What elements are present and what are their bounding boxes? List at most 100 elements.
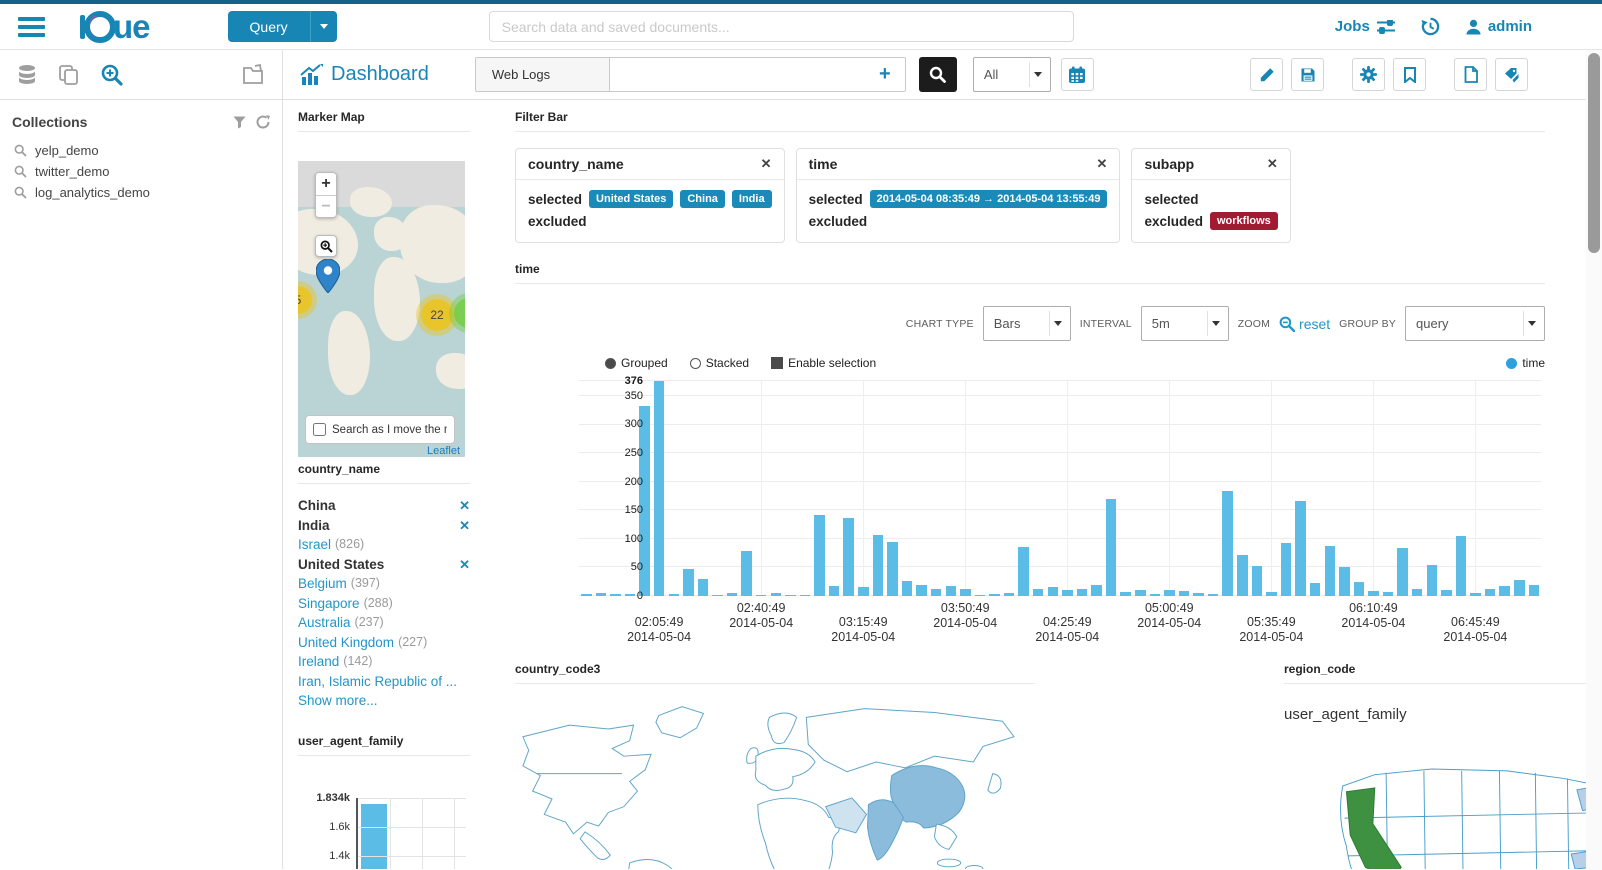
time-bar[interactable] bbox=[814, 514, 825, 596]
time-bar[interactable] bbox=[1120, 592, 1131, 596]
time-bar[interactable] bbox=[1164, 590, 1175, 596]
time-bar[interactable] bbox=[1266, 592, 1277, 596]
time-bar[interactable] bbox=[1382, 592, 1394, 596]
hamburger-menu-icon[interactable] bbox=[18, 13, 45, 41]
time-bar[interactable] bbox=[741, 550, 752, 596]
time-bar[interactable] bbox=[770, 593, 782, 596]
facet-item-selected[interactable]: India ✕ bbox=[298, 516, 470, 536]
settings-button[interactable] bbox=[1352, 58, 1385, 91]
time-bar[interactable] bbox=[1368, 591, 1379, 596]
interval-select[interactable]: 5m bbox=[1140, 306, 1229, 341]
time-bar[interactable] bbox=[1397, 547, 1408, 596]
calendar-button[interactable] bbox=[1060, 58, 1094, 91]
facet-item[interactable]: Australia (237) bbox=[298, 613, 470, 633]
filter-chip[interactable]: China bbox=[680, 190, 725, 208]
time-bar[interactable] bbox=[916, 584, 927, 596]
time-bar[interactable] bbox=[653, 381, 665, 596]
time-bar[interactable] bbox=[1353, 581, 1365, 596]
scrollbar-thumb[interactable] bbox=[1588, 53, 1600, 253]
zoom-in-icon[interactable] bbox=[100, 63, 124, 87]
time-bar[interactable] bbox=[1470, 593, 1481, 596]
time-bar[interactable] bbox=[1309, 582, 1321, 596]
enable-selection-toggle[interactable]: Enable selection bbox=[771, 356, 876, 370]
stacked-radio[interactable]: Stacked bbox=[689, 356, 749, 370]
filter-funnel-icon[interactable] bbox=[233, 116, 246, 129]
bookmark-button[interactable] bbox=[1393, 58, 1426, 91]
facet-item-selected[interactable]: China ✕ bbox=[298, 496, 470, 516]
show-more-link[interactable]: Show more... bbox=[298, 691, 470, 711]
collection-item[interactable]: log_analytics_demo bbox=[12, 182, 270, 203]
time-bar[interactable] bbox=[683, 568, 694, 596]
time-bar[interactable] bbox=[755, 594, 767, 596]
refresh-icon[interactable] bbox=[256, 115, 270, 129]
time-bar[interactable] bbox=[1105, 498, 1117, 596]
global-search-input[interactable] bbox=[488, 11, 1074, 42]
time-bar[interactable] bbox=[1222, 491, 1233, 596]
time-bar[interactable] bbox=[1237, 555, 1248, 596]
time-bar[interactable] bbox=[1193, 593, 1204, 596]
time-bar[interactable] bbox=[901, 580, 913, 596]
facet-item[interactable]: Israel (826) bbox=[298, 535, 470, 555]
time-bar[interactable] bbox=[1076, 589, 1088, 596]
dashboard-query-input[interactable] bbox=[609, 58, 865, 91]
marker-cluster[interactable]: 22 bbox=[421, 299, 453, 331]
us-map[interactable] bbox=[1320, 729, 1602, 869]
filter-chip[interactable]: workflows bbox=[1209, 212, 1278, 230]
facet-item[interactable]: Iran, Islamic Republic of ... bbox=[298, 672, 470, 692]
time-bar[interactable] bbox=[960, 589, 971, 596]
series-legend[interactable]: time bbox=[1506, 356, 1545, 370]
time-bar[interactable] bbox=[1003, 592, 1015, 596]
map-marker-pin[interactable] bbox=[316, 259, 340, 293]
close-icon[interactable]: ✕ bbox=[761, 156, 772, 172]
time-bar[interactable] bbox=[1062, 589, 1073, 596]
filter-chip[interactable]: 2014-05-04 08:35:49 → 2014-05-04 13:55:4… bbox=[869, 190, 1108, 208]
collection-item[interactable]: yelp_demo bbox=[12, 140, 270, 161]
leaflet-map[interactable]: + − 5 22 2 bbox=[298, 161, 465, 457]
remove-filter-icon[interactable]: ✕ bbox=[459, 516, 470, 536]
time-bar[interactable] bbox=[1441, 590, 1452, 596]
save-dashboard-button[interactable] bbox=[1291, 58, 1324, 91]
time-bar[interactable] bbox=[1484, 589, 1496, 596]
close-icon[interactable]: ✕ bbox=[1097, 156, 1108, 172]
time-bar[interactable] bbox=[974, 594, 986, 596]
new-document-button[interactable] bbox=[1454, 58, 1487, 91]
history-link[interactable] bbox=[1421, 17, 1440, 36]
time-bar[interactable] bbox=[1178, 591, 1190, 596]
facet-item[interactable]: Ireland (142) bbox=[298, 652, 470, 672]
edit-dashboard-button[interactable] bbox=[1250, 58, 1283, 91]
filter-chip[interactable]: United States bbox=[589, 190, 674, 208]
time-bar[interactable] bbox=[1207, 593, 1219, 596]
database-icon[interactable] bbox=[16, 64, 38, 86]
time-bar[interactable] bbox=[726, 593, 738, 596]
group-by-select[interactable]: query bbox=[1405, 306, 1545, 341]
time-bar[interactable] bbox=[1032, 589, 1044, 596]
time-bar[interactable] bbox=[945, 586, 956, 596]
copy-documents-icon[interactable] bbox=[58, 64, 80, 86]
time-bar[interactable] bbox=[1018, 547, 1029, 596]
time-bar[interactable] bbox=[1514, 579, 1525, 596]
map-zoom-out-button[interactable]: − bbox=[316, 195, 336, 217]
time-bar[interactable] bbox=[887, 542, 898, 596]
jobs-link[interactable]: Jobs bbox=[1335, 18, 1395, 35]
time-bar[interactable] bbox=[1135, 589, 1146, 596]
grouped-radio[interactable]: Grouped bbox=[605, 356, 668, 370]
mini-bar[interactable] bbox=[361, 804, 387, 869]
vertical-scrollbar[interactable] bbox=[1586, 50, 1602, 870]
time-bar[interactable] bbox=[1091, 585, 1102, 596]
time-bar[interactable] bbox=[828, 585, 840, 596]
search-as-move-checkbox[interactable] bbox=[313, 423, 326, 436]
time-bar[interactable] bbox=[1149, 593, 1161, 596]
time-bar[interactable] bbox=[843, 517, 854, 596]
map-magnify-button[interactable] bbox=[315, 235, 337, 257]
leaflet-attribution-link[interactable]: Leaflet bbox=[427, 445, 460, 457]
time-bar[interactable] bbox=[1047, 586, 1059, 596]
time-bar[interactable] bbox=[872, 534, 884, 596]
world-map[interactable] bbox=[515, 696, 1020, 869]
hue-logo[interactable]: ue bbox=[79, 9, 151, 45]
time-bar[interactable] bbox=[1455, 535, 1467, 596]
time-bar[interactable] bbox=[668, 594, 679, 596]
add-filter-button[interactable]: + bbox=[864, 58, 905, 91]
time-bar[interactable] bbox=[697, 579, 709, 596]
search-button[interactable] bbox=[918, 57, 957, 92]
time-bar[interactable] bbox=[1324, 546, 1336, 596]
